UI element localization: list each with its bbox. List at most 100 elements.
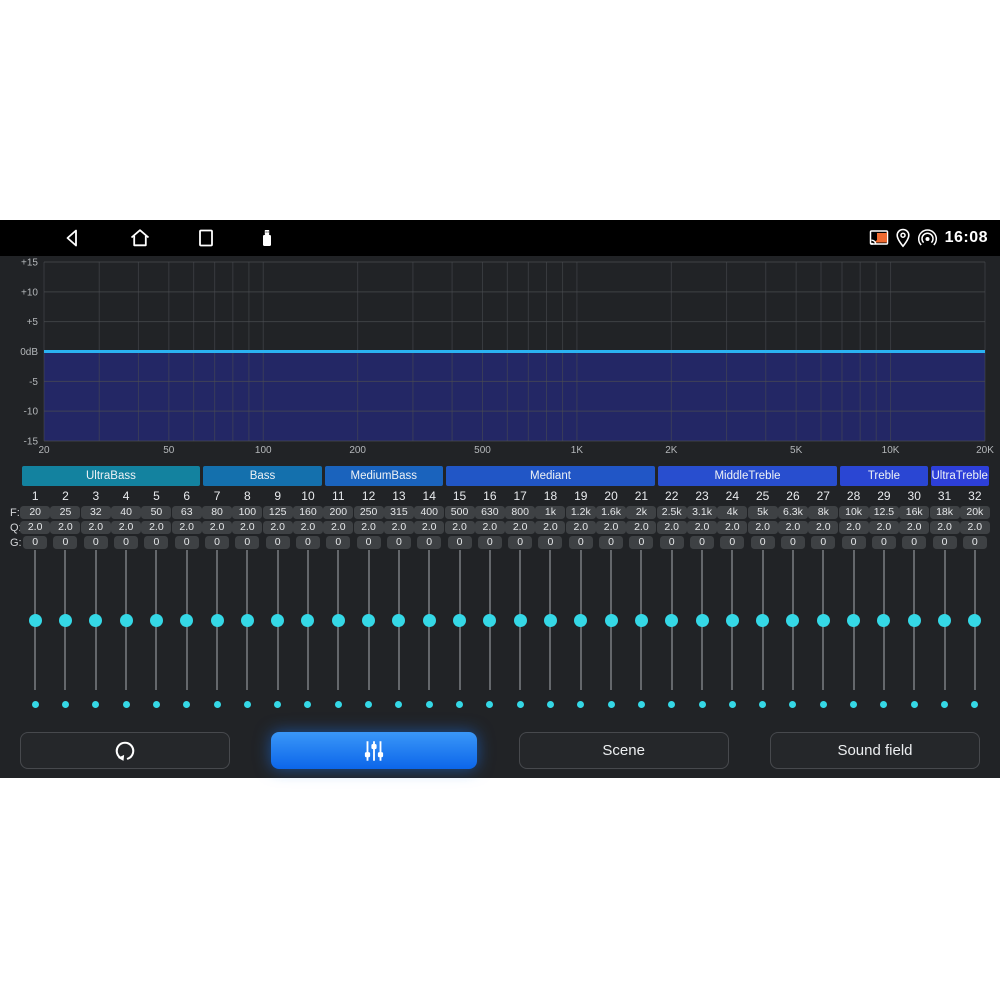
band-frequency-value-cell: 63 (172, 506, 202, 521)
eq-band-slider[interactable] (778, 550, 808, 690)
band-dot-cell (535, 701, 565, 708)
eq-band-slider[interactable] (596, 550, 626, 690)
band-frequency-value-cell: 10k (838, 506, 868, 521)
eq-band-slider[interactable] (263, 550, 293, 690)
slider-thumb[interactable] (726, 614, 739, 627)
eq-band-slider[interactable] (414, 550, 444, 690)
slider-thumb[interactable] (968, 614, 981, 627)
x-axis-tick-label: 500 (474, 445, 491, 456)
band-dot-cell (838, 701, 868, 708)
eq-band-slider[interactable] (20, 550, 50, 690)
band-indicator-dot (577, 701, 584, 708)
eq-band-slider[interactable] (899, 550, 929, 690)
eq-band-slider[interactable] (748, 550, 778, 690)
eq-band-slider[interactable] (929, 550, 959, 690)
eq-band-slider[interactable] (353, 550, 383, 690)
eq-band-slider[interactable] (202, 550, 232, 690)
eq-band-slider[interactable] (717, 550, 747, 690)
eq-band-slider[interactable] (505, 550, 535, 690)
slider-thumb[interactable] (786, 614, 799, 627)
eq-band-slider[interactable] (657, 550, 687, 690)
eq-band-slider[interactable] (111, 550, 141, 690)
slider-thumb[interactable] (362, 614, 375, 627)
slider-thumb[interactable] (301, 614, 314, 627)
back-icon[interactable] (61, 226, 85, 250)
band-number: 14 (414, 489, 444, 503)
slider-thumb[interactable] (423, 614, 436, 627)
scene-button[interactable]: Scene (519, 732, 729, 769)
eq-band-slider[interactable] (566, 550, 596, 690)
eq-band-slider[interactable] (323, 550, 353, 690)
slider-thumb[interactable] (544, 614, 557, 627)
band-number: 16 (475, 489, 505, 503)
band-gain-value-cell: 0 (263, 536, 293, 551)
slider-thumb[interactable] (938, 614, 951, 627)
usb-icon[interactable] (255, 226, 279, 250)
eq-band-slider[interactable] (626, 550, 656, 690)
slider-thumb[interactable] (29, 614, 42, 627)
band-q-value: 2.0 (232, 521, 262, 534)
band-q-value: 2.0 (263, 521, 293, 534)
slider-thumb[interactable] (120, 614, 133, 627)
slider-thumb[interactable] (574, 614, 587, 627)
slider-thumb[interactable] (514, 614, 527, 627)
eq-band-slider[interactable] (838, 550, 868, 690)
slider-thumb[interactable] (847, 614, 860, 627)
slider-thumb[interactable] (59, 614, 72, 627)
sound-field-button[interactable]: Sound field (770, 732, 980, 769)
eq-band-slider[interactable] (384, 550, 414, 690)
band-q-value: 2.0 (535, 521, 565, 534)
band-gain-value-cell: 0 (202, 536, 232, 551)
slider-thumb[interactable] (332, 614, 345, 627)
eq-band-slider[interactable] (232, 550, 262, 690)
eq-band-slider[interactable] (444, 550, 474, 690)
slider-thumb[interactable] (756, 614, 769, 627)
slider-thumb[interactable] (908, 614, 921, 627)
eq-band-slider[interactable] (869, 550, 899, 690)
eq-band-slider[interactable] (475, 550, 505, 690)
eq-band-slider[interactable] (141, 550, 171, 690)
eq-band-slider[interactable] (293, 550, 323, 690)
band-dot-cell (808, 701, 838, 708)
equalizer-button[interactable] (271, 732, 477, 769)
eq-band-slider[interactable] (960, 550, 990, 690)
slider-thumb[interactable] (392, 614, 405, 627)
band-q-value: 2.0 (869, 521, 899, 534)
slider-thumb[interactable] (877, 614, 890, 627)
eq-band-slider[interactable] (50, 550, 80, 690)
slider-thumb[interactable] (483, 614, 496, 627)
slider-thumb[interactable] (271, 614, 284, 627)
eq-band-slider[interactable] (808, 550, 838, 690)
eq-response-chart: +15+10+50dB-5-10-1520501002005001K2K5K10… (0, 256, 1000, 462)
slider-thumb[interactable] (150, 614, 163, 627)
band-gain-value-cell: 0 (414, 536, 444, 551)
slider-thumb[interactable] (817, 614, 830, 627)
band-gain-value: 0 (902, 536, 926, 549)
slider-thumb[interactable] (665, 614, 678, 627)
slider-thumb[interactable] (605, 614, 618, 627)
slider-thumb[interactable] (241, 614, 254, 627)
y-axis-tick-label: -10 (24, 407, 39, 418)
eq-band-slider[interactable] (687, 550, 717, 690)
band-gain-value: 0 (417, 536, 441, 549)
y-axis-tick-label: +10 (21, 287, 38, 298)
slider-thumb[interactable] (696, 614, 709, 627)
recents-icon[interactable] (194, 226, 218, 250)
band-indicator-dot (638, 701, 645, 708)
home-icon[interactable] (128, 226, 152, 250)
band-q-value: 2.0 (778, 521, 808, 534)
band-q-value: 2.0 (657, 521, 687, 534)
band-gain-value-cell: 0 (748, 536, 778, 551)
band-q-value-cell: 2.0 (353, 521, 383, 536)
reset-button[interactable] (20, 732, 230, 769)
slider-thumb[interactable] (453, 614, 466, 627)
band-gain-value-cell: 0 (505, 536, 535, 551)
eq-band-slider[interactable] (81, 550, 111, 690)
slider-thumb[interactable] (211, 614, 224, 627)
band-number: 20 (596, 489, 626, 503)
slider-thumb[interactable] (635, 614, 648, 627)
eq-band-slider[interactable] (535, 550, 565, 690)
slider-thumb[interactable] (89, 614, 102, 627)
eq-band-slider[interactable] (172, 550, 202, 690)
slider-thumb[interactable] (180, 614, 193, 627)
